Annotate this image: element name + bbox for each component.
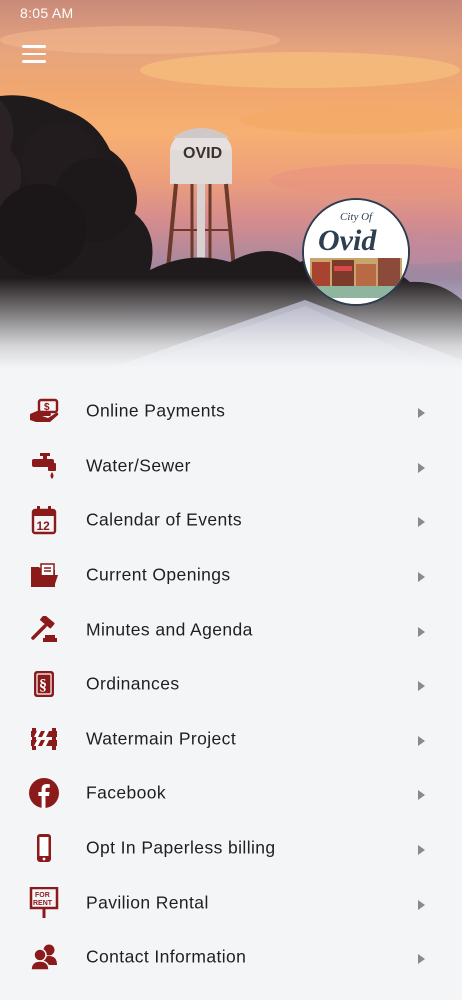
mobile-phone-icon — [27, 831, 61, 865]
menu-item-label: Current Openings — [86, 564, 231, 585]
menu-item-contact-information[interactable]: Contact Information — [0, 930, 462, 985]
facebook-icon — [27, 776, 61, 810]
svg-text:RENT: RENT — [33, 900, 53, 907]
chevron-right-icon — [418, 790, 425, 801]
contacts-icon — [27, 940, 61, 974]
construction-barrier-icon — [27, 722, 61, 756]
menu-item-online-payments[interactable]: $ Online Payments — [0, 384, 462, 439]
menu-item-label: Pavilion Rental — [86, 892, 209, 913]
section-book-icon: § — [27, 667, 61, 701]
gavel-icon — [27, 613, 61, 647]
menu-item-label: Minutes and Agenda — [86, 619, 253, 640]
chevron-right-icon — [418, 572, 425, 583]
hero-banner: OVID 8:05 AM City Of Ovid — [0, 0, 462, 368]
main-menu: $ Online Payments Water/Sewer 12 Calenda… — [0, 384, 462, 985]
menu-item-label: Water/Sewer — [86, 455, 191, 476]
menu-item-label: Calendar of Events — [86, 509, 243, 530]
svg-text:OVID: OVID — [183, 145, 222, 162]
menu-item-opt-in-paperless-billing[interactable]: Opt In Paperless billing — [0, 821, 462, 876]
logo-line2: Ovid — [318, 224, 377, 257]
chevron-right-icon — [418, 681, 425, 692]
status-bar-time: 8:05 AM — [20, 5, 74, 21]
svg-text:§: § — [39, 677, 47, 694]
city-logo: City Of Ovid — [302, 198, 410, 306]
faucet-icon — [27, 449, 61, 483]
menu-item-ordinances[interactable]: § Ordinances — [0, 657, 462, 712]
logo-line1: City Of — [340, 211, 374, 223]
chevron-right-icon — [418, 954, 425, 965]
menu-item-water-sewer[interactable]: Water/Sewer — [0, 439, 462, 494]
calendar-icon: 12 — [27, 503, 61, 537]
menu-item-label: Contact Information — [86, 946, 247, 967]
chevron-right-icon — [418, 517, 425, 528]
menu-item-label: Ordinances — [86, 673, 180, 694]
menu-item-pavilion-rental[interactable]: FOR RENT Pavilion Rental — [0, 875, 462, 930]
svg-text:$: $ — [44, 402, 50, 413]
folder-icon — [27, 558, 61, 592]
menu-item-facebook[interactable]: Facebook — [0, 766, 462, 821]
chevron-right-icon — [418, 462, 425, 473]
for-rent-sign-icon: FOR RENT — [27, 886, 61, 920]
menu-item-label: Opt In Paperless billing — [86, 837, 276, 858]
svg-text:FOR: FOR — [35, 892, 50, 899]
menu-item-minutes-and-agenda[interactable]: Minutes and Agenda — [0, 602, 462, 657]
menu-item-label: Online Payments — [86, 400, 226, 421]
chevron-right-icon — [418, 899, 425, 910]
chevron-right-icon — [418, 626, 425, 637]
svg-text:12: 12 — [37, 519, 51, 533]
menu-item-label: Facebook — [86, 782, 167, 803]
menu-item-calendar-of-events[interactable]: 12 Calendar of Events — [0, 493, 462, 548]
hamburger-menu-icon[interactable] — [22, 45, 50, 67]
menu-item-label: Watermain Project — [86, 728, 237, 749]
menu-item-current-openings[interactable]: Current Openings — [0, 548, 462, 603]
chevron-right-icon — [418, 735, 425, 746]
payment-hand-icon: $ — [27, 394, 61, 428]
chevron-right-icon — [418, 845, 425, 856]
menu-item-watermain-project[interactable]: Watermain Project — [0, 712, 462, 767]
chevron-right-icon — [418, 408, 425, 419]
